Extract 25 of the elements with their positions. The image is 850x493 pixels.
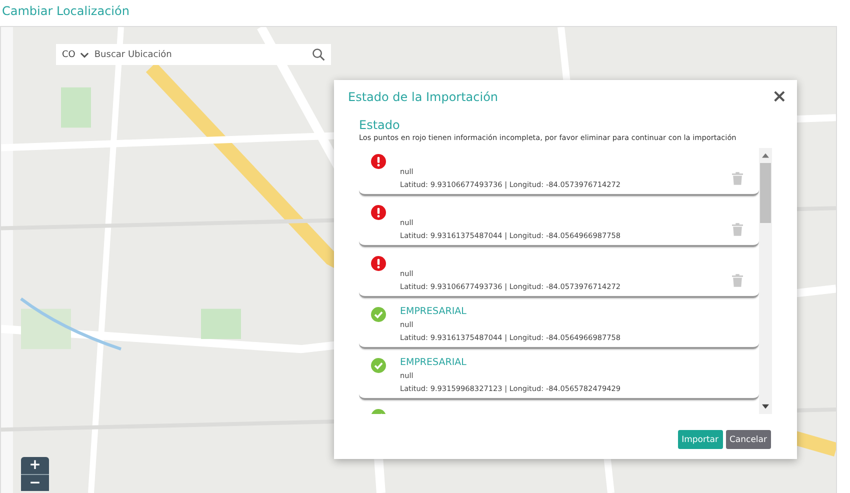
trash-icon[interactable] (732, 223, 743, 236)
category-label: EMPRESARIAL (400, 306, 466, 317)
check-icon (371, 307, 386, 322)
trash-icon[interactable] (732, 172, 743, 185)
scroll-thumb[interactable] (760, 163, 771, 223)
search-icon[interactable] (312, 48, 325, 61)
cancel-button[interactable]: Cancelar (726, 430, 771, 449)
country-select[interactable]: CO (62, 50, 76, 60)
trash-icon[interactable] (732, 274, 743, 287)
scrollbar[interactable] (759, 148, 772, 414)
search-field[interactable]: CO Buscar Ubicación (56, 44, 331, 65)
error-icon (371, 154, 386, 169)
category-label: EMPRESARIAL (400, 357, 466, 368)
page-title: Cambiar Localización (1, 3, 130, 20)
section-title: Estado (359, 118, 401, 132)
dialog-title: Estado de la Importación (348, 90, 498, 104)
chevron-down-icon (80, 52, 90, 58)
scroll-down-icon[interactable] (762, 404, 769, 409)
close-button[interactable]: × (772, 88, 787, 106)
error-icon (371, 205, 386, 220)
zoom-in-button[interactable]: + (21, 457, 49, 474)
scroll-up-icon[interactable] (762, 153, 769, 158)
zoom-out-button[interactable]: − (21, 474, 49, 491)
check-icon (371, 358, 386, 373)
error-icon (371, 256, 386, 271)
